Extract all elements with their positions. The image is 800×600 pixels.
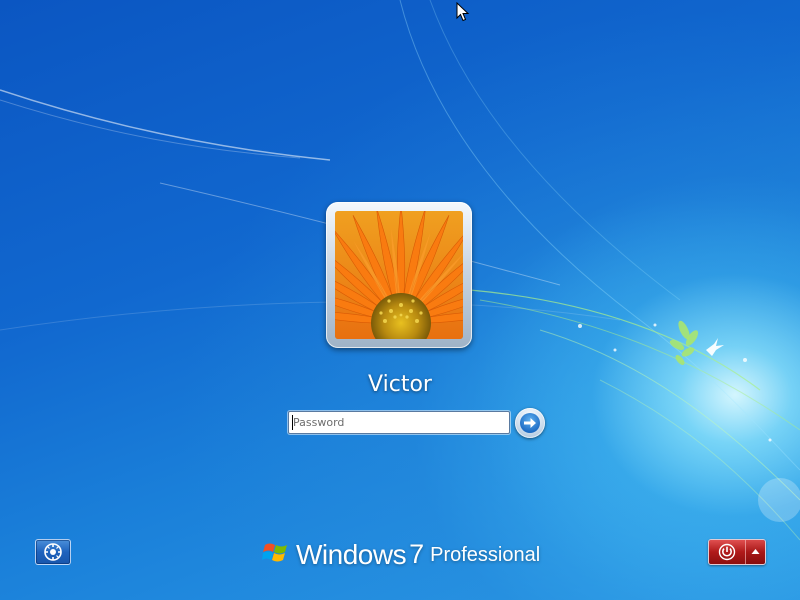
login-screen: Victor Windows 7 Professional (0, 0, 800, 600)
ease-of-access-icon (44, 543, 62, 561)
ease-of-access-button[interactable] (35, 539, 71, 565)
shutdown-button[interactable] (709, 540, 745, 564)
windows-logo-icon (262, 543, 287, 562)
text-caret (292, 415, 293, 430)
power-icon (718, 543, 736, 561)
mouse-cursor-icon (456, 2, 470, 22)
windows-branding: Windows 7 Professional (262, 536, 540, 570)
brand-edition-text: Professional (430, 544, 541, 566)
user-picture (335, 211, 463, 339)
password-input[interactable] (288, 411, 510, 434)
brand-windows-text: Windows (296, 539, 407, 570)
user-tile[interactable] (326, 202, 472, 348)
brand-version-text: 7 (409, 539, 425, 569)
arrow-right-icon (520, 413, 540, 433)
caret-up-icon (751, 549, 760, 554)
shutdown-options-button[interactable] (745, 540, 765, 564)
shutdown-control (708, 539, 766, 565)
flower-picture (335, 211, 463, 339)
user-name: Victor (368, 372, 432, 397)
submit-button[interactable] (515, 408, 545, 438)
